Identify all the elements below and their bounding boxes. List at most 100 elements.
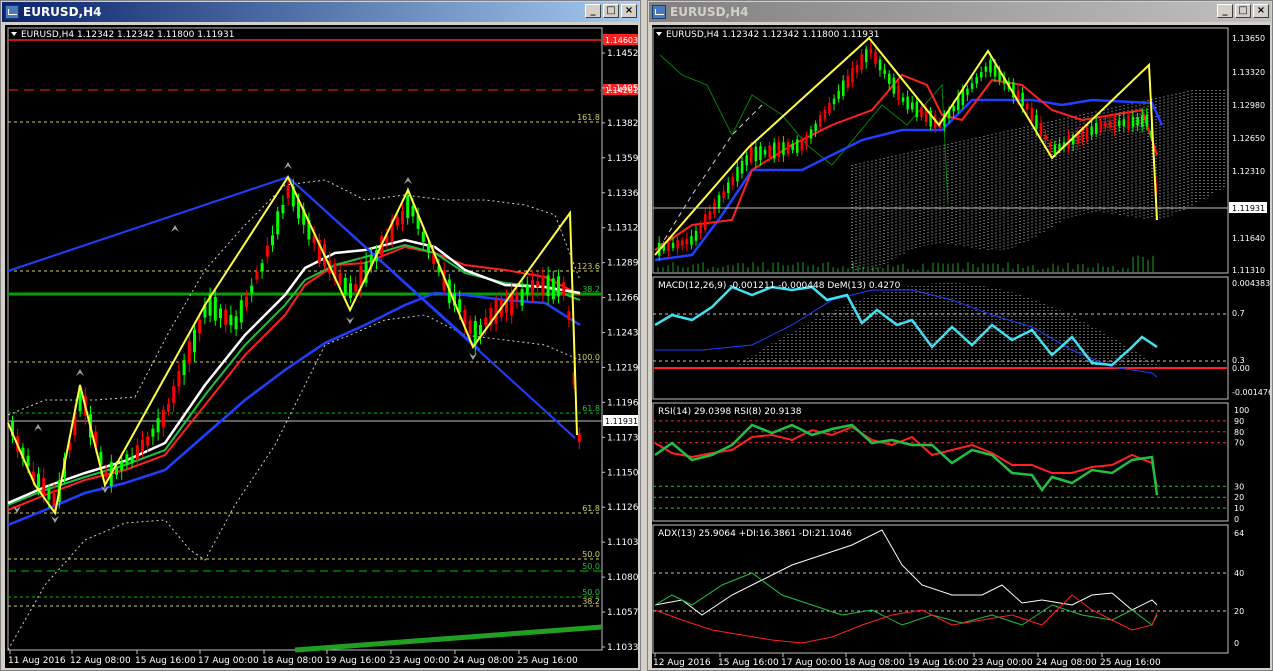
candle-body bbox=[722, 191, 725, 199]
price-chart[interactable]: 1.14603 1.14261 1.11931 1.145201.140551.… bbox=[5, 25, 638, 668]
candle-body bbox=[1039, 123, 1043, 137]
candle-body bbox=[782, 142, 785, 156]
candle-body bbox=[809, 129, 813, 139]
minus-di-line bbox=[654, 594, 1158, 644]
price-tick-label: 1.14055 bbox=[607, 84, 638, 94]
candle-body bbox=[47, 489, 51, 500]
candle-body bbox=[198, 319, 202, 334]
header-dropdown-icon[interactable] bbox=[11, 32, 17, 36]
candle-body bbox=[276, 211, 280, 235]
candle-body bbox=[671, 242, 675, 249]
price-tick-label: 1.11640 bbox=[1232, 234, 1265, 243]
macd-axis-labels: 0.0043830.70.30.00-0.001476 bbox=[1232, 279, 1270, 397]
candle-body bbox=[676, 240, 679, 249]
rsi-header: RSI(14) 29.0398 RSI(8) 20.9138 bbox=[658, 407, 802, 417]
time-tick-label: 17 Aug 00:00 bbox=[781, 658, 842, 668]
chart-window-left[interactable]: EURUSD,H4 _ □ × 1.14603 1.14261 1.11931 … bbox=[0, 0, 641, 671]
rsi-axis-label: 100 bbox=[1234, 406, 1249, 415]
candle-body bbox=[773, 142, 776, 159]
candle-body bbox=[1095, 123, 1098, 134]
chart-window-right[interactable]: EURUSD,H4 _ □ × EURUSD,H4 1.12342 1.1234… bbox=[647, 0, 1273, 671]
time-tick-label: 25 Aug 16:00 bbox=[517, 656, 578, 666]
fib-label: 38.2 bbox=[582, 597, 600, 606]
fractal-up-arrow bbox=[404, 177, 412, 184]
time-tick-label: 24 Aug 08:00 bbox=[1036, 658, 1097, 668]
indicator-chart[interactable]: EURUSD,H4 1.12342 1.12342 1.11800 1.1193… bbox=[652, 25, 1270, 668]
candle-body bbox=[823, 109, 827, 119]
candle-body bbox=[182, 360, 186, 376]
candle-body bbox=[525, 285, 529, 295]
candle-body bbox=[224, 309, 228, 325]
candle-body bbox=[172, 386, 176, 403]
candle-body bbox=[878, 59, 882, 71]
window-titlebar[interactable]: EURUSD,H4 _ □ × bbox=[649, 2, 1271, 22]
time-tick-label: 19 Aug 16:00 bbox=[908, 658, 969, 668]
candle-body bbox=[754, 146, 758, 162]
candle-body bbox=[1113, 117, 1116, 131]
candle-body bbox=[349, 283, 352, 298]
candle-body bbox=[901, 97, 905, 102]
rsi-level-lines bbox=[653, 420, 1228, 509]
chart-header-text: EURUSD,H4 1.12342 1.12342 1.11800 1.1193… bbox=[21, 30, 234, 40]
candlesticks-left bbox=[11, 176, 581, 512]
candle-body bbox=[966, 88, 969, 95]
price-tick-label: 1.13650 bbox=[1232, 34, 1265, 43]
candle-body bbox=[805, 135, 808, 146]
candle-body bbox=[551, 278, 555, 300]
candle-body bbox=[343, 277, 347, 295]
window-titlebar[interactable]: EURUSD,H4 _ □ × bbox=[2, 2, 639, 22]
chart-window-icon bbox=[652, 5, 666, 19]
candle-body bbox=[229, 315, 233, 326]
candle-body bbox=[906, 96, 909, 110]
candle-body bbox=[395, 216, 399, 226]
rsi-axis-label: 10 bbox=[1234, 504, 1244, 513]
header-dropdown-icon[interactable] bbox=[656, 32, 662, 36]
candle-body bbox=[546, 275, 550, 297]
candle-body bbox=[1131, 116, 1135, 127]
time-tick-label: 15 Aug 16:00 bbox=[718, 658, 779, 668]
candle-body bbox=[690, 236, 693, 245]
candle-body bbox=[699, 224, 702, 234]
time-tick-label: 18 Aug 08:00 bbox=[844, 658, 905, 668]
price-tick-label: 1.13590 bbox=[607, 154, 638, 164]
adx-pane-frame bbox=[652, 524, 1229, 654]
candle-body bbox=[468, 320, 472, 334]
candle-body bbox=[255, 271, 259, 280]
minimize-button[interactable]: _ bbox=[1217, 4, 1233, 18]
candle-body bbox=[42, 477, 46, 497]
ma-blue bbox=[7, 291, 581, 527]
chart-header-text: EURUSD,H4 1.12342 1.12342 1.11800 1.1193… bbox=[666, 30, 879, 40]
time-tick-label: 24 Aug 08:00 bbox=[453, 656, 514, 666]
candle-body bbox=[130, 456, 134, 464]
candle-body bbox=[819, 115, 822, 127]
price-tick-label: 1.11310 bbox=[1232, 266, 1265, 275]
zigzag-line bbox=[654, 36, 1158, 256]
blue-trendline-down bbox=[287, 176, 576, 439]
price-tick-label: 1.13360 bbox=[607, 189, 638, 199]
price-tick-label: 1.13125 bbox=[607, 224, 638, 234]
candle-body bbox=[427, 244, 430, 253]
minimize-button[interactable]: _ bbox=[585, 4, 601, 18]
candle-body bbox=[768, 145, 771, 158]
macd-axis-label: 0.004383 bbox=[1232, 279, 1270, 288]
candle-body bbox=[219, 308, 222, 319]
candle-body bbox=[993, 65, 997, 77]
fractal-up-arrow bbox=[284, 162, 292, 169]
close-button[interactable]: × bbox=[1253, 4, 1269, 18]
fib-label: 38.2 bbox=[582, 285, 600, 294]
candle-body bbox=[515, 293, 519, 301]
candle-body bbox=[736, 166, 739, 182]
current-price-label: 1.11931 bbox=[1232, 204, 1265, 213]
candle-body bbox=[271, 235, 274, 246]
macd-signal-line bbox=[655, 289, 1158, 378]
maximize-button[interactable]: □ bbox=[603, 4, 619, 18]
maximize-button[interactable]: □ bbox=[1235, 4, 1251, 18]
price-tick-label: 1.11500 bbox=[607, 468, 638, 478]
fib-label: 50.0 bbox=[582, 562, 600, 571]
candle-body bbox=[846, 75, 850, 88]
candle-body bbox=[832, 98, 836, 105]
time-axis-labels: 11 Aug 2016 12 Aug 08:00 15 Aug 16:00 17 Au… bbox=[8, 650, 578, 666]
close-button[interactable]: × bbox=[621, 4, 637, 18]
fib-labels: 161.8123.638.2100.061.861.850.050.050.03… bbox=[577, 113, 600, 606]
candle-body bbox=[1122, 119, 1126, 127]
